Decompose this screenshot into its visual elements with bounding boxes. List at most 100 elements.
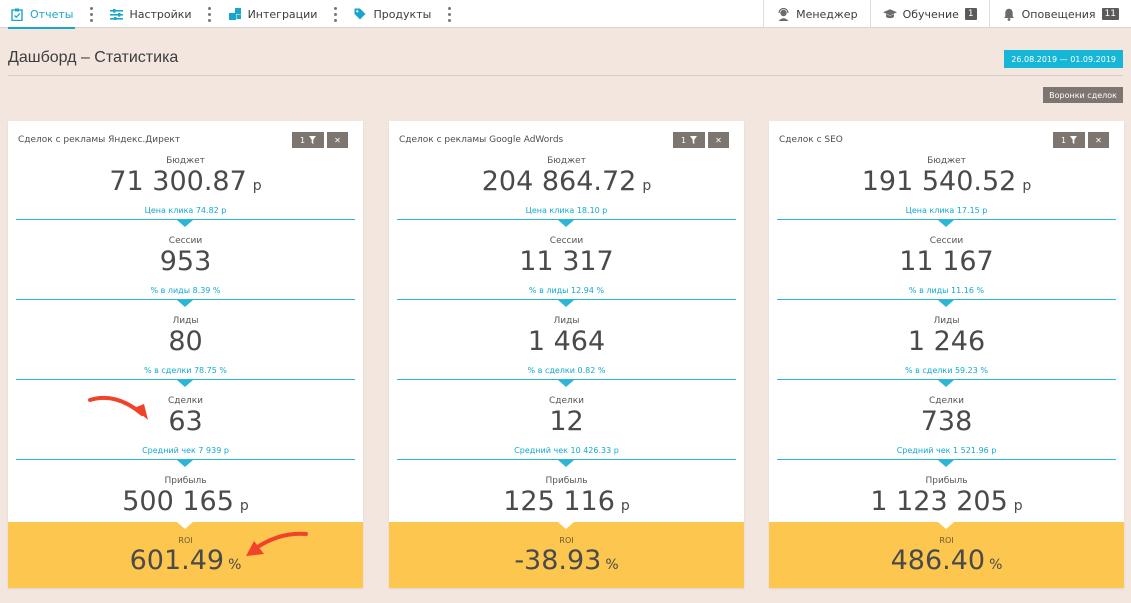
sessions-metric: Сессии 11 317 [389, 236, 744, 277]
card-title: Сделок с рекламы Google AdWords [399, 135, 564, 145]
deals-metric: Сделки 63 [8, 396, 363, 437]
profit-label: Прибыль [545, 476, 588, 486]
date-range-picker[interactable]: 26.08.2019 — 01.09.2019 [1004, 50, 1123, 68]
funnel-arrow-icon [177, 380, 193, 387]
conversion-to-deals: % в сделки 78.75 % [144, 366, 227, 375]
sessions-value: 11 317 [519, 246, 614, 277]
card-tools: 1 ✕ [1053, 132, 1109, 148]
nav-training[interactable]: Обучение 1 [869, 0, 989, 28]
card-title: Сделок с SEO [779, 135, 843, 145]
nav-reports-label: Отчеты [30, 7, 74, 21]
stats-card-yandex-direct: Сделок с рекламы Яндекс.Директ 1 ✕ Бюдже… [8, 121, 363, 588]
card-title: Сделок с рекламы Яндекс.Директ [18, 135, 181, 145]
conversion-to-deals: % в сделки 59.23 % [905, 366, 988, 375]
leads-metric: Лиды 1 246 [769, 316, 1124, 357]
nav-notifications[interactable]: Оповещения 11 [988, 0, 1131, 28]
nav-integrations-menu-icon[interactable] [327, 0, 343, 28]
nav-products-menu-icon[interactable] [441, 0, 457, 28]
budget-value-line: 71 300.87 р [8, 167, 363, 201]
conversion-to-deals: % в сделки 0.82 % [527, 366, 606, 375]
profit-value-line: 1 123 205 р [769, 487, 1124, 521]
roi-panel: ROI 486.40% [769, 522, 1124, 588]
nav-manager[interactable]: Менеджер [763, 0, 869, 28]
nav-settings-label: Настройки [129, 7, 192, 21]
nav-settings-menu-icon[interactable] [202, 0, 218, 28]
sessions-metric: Сессии 953 [8, 236, 363, 277]
budget-label: Бюджет [927, 156, 966, 166]
funnel-arrow-icon [558, 300, 574, 307]
filter-button[interactable]: 1 [673, 132, 705, 148]
sessions-label: Сессии [549, 236, 584, 246]
profit-metric: Прибыль 500 165 р [8, 476, 363, 521]
budget-metric: Бюджет 204 864.72 р [389, 156, 744, 201]
leads-label: Лиды [933, 316, 960, 326]
funnel-icon [309, 136, 317, 144]
budget-unit: р [642, 178, 652, 194]
budget-value: 191 540.52 [861, 166, 1017, 197]
deals-metric: Сделки 12 [389, 396, 744, 437]
conversion-to-leads: % в лиды 11.16 % [908, 286, 985, 295]
profit-value: 125 116 [503, 486, 615, 517]
average-check: Средний чек 7 939 р [142, 446, 229, 455]
budget-value-line: 191 540.52 р [769, 167, 1124, 201]
header-divider [8, 75, 1123, 76]
roi-value: 486.40 [890, 545, 986, 576]
budget-unit: р [1022, 178, 1032, 194]
stats-card-seo: Сделок с SEO 1 ✕ Бюджет 191 540.52 р Цена… [769, 121, 1124, 588]
nav-products-label: Продукты [373, 7, 432, 21]
profit-value: 500 165 [122, 486, 234, 517]
roi-arrow-icon [938, 522, 954, 529]
deals-label: Сделки [548, 396, 585, 406]
filter-count: 1 [680, 135, 687, 145]
graduation-cap-icon [882, 7, 897, 21]
leads-label: Лиды [553, 316, 580, 326]
roi-arrow-icon [177, 522, 193, 529]
profit-value-line: 500 165 р [8, 487, 363, 521]
top-navigation: Отчеты Настройки Интеграции Продукты Мен… [0, 0, 1131, 29]
sliders-icon [109, 7, 123, 21]
deals-value: 738 [920, 406, 973, 437]
nav-reports-menu-icon[interactable] [83, 0, 99, 28]
close-icon[interactable]: ✕ [327, 132, 348, 148]
nav-integrations[interactable]: Интеграции [218, 0, 328, 28]
sessions-value: 11 167 [899, 246, 994, 277]
roi-value: 601.49 [129, 545, 225, 576]
roi-label: ROI [559, 536, 574, 545]
click-price: Цена клика 17.15 р [905, 206, 988, 215]
funnel-arrow-icon [938, 380, 954, 387]
roi-value-line: -38.93% [389, 546, 744, 580]
filter-count: 1 [1060, 135, 1067, 145]
puzzle-icon [228, 7, 242, 21]
funnel-arrow-icon [177, 300, 193, 307]
stats-card-google-adwords: Сделок с рекламы Google AdWords 1 ✕ Бюдж… [389, 121, 744, 588]
funnel-arrow-icon [558, 220, 574, 227]
budget-label: Бюджет [166, 156, 205, 166]
nav-reports[interactable]: Отчеты [0, 0, 83, 29]
leads-value: 1 464 [527, 326, 606, 357]
profit-label: Прибыль [925, 476, 968, 486]
bell-icon [1002, 7, 1016, 21]
roi-unit: % [605, 557, 619, 573]
profit-label: Прибыль [164, 476, 207, 486]
funnel-icon [690, 136, 698, 144]
nav-notifications-label: Оповещения [1021, 7, 1096, 21]
profit-unit: р [1013, 498, 1023, 514]
filter-button[interactable]: 1 [292, 132, 324, 148]
roi-label: ROI [939, 536, 954, 545]
deal-funnels-button[interactable]: Воронки сделок [1043, 87, 1123, 103]
close-icon[interactable]: ✕ [708, 132, 729, 148]
budget-value-line: 204 864.72 р [389, 167, 744, 201]
profit-metric: Прибыль 125 116 р [389, 476, 744, 521]
funnel-arrow-icon [558, 380, 574, 387]
budget-metric: Бюджет 191 540.52 р [769, 156, 1124, 201]
close-icon[interactable]: ✕ [1088, 132, 1109, 148]
leads-label: Лиды [172, 316, 199, 326]
leads-value: 80 [168, 326, 203, 357]
nav-settings[interactable]: Настройки [99, 0, 201, 28]
roi-value: -38.93 [514, 545, 602, 576]
funnel-arrow-icon [938, 460, 954, 467]
deals-value: 63 [168, 406, 203, 437]
filter-button[interactable]: 1 [1053, 132, 1085, 148]
nav-products[interactable]: Продукты [343, 0, 441, 28]
budget-unit: р [252, 178, 262, 194]
